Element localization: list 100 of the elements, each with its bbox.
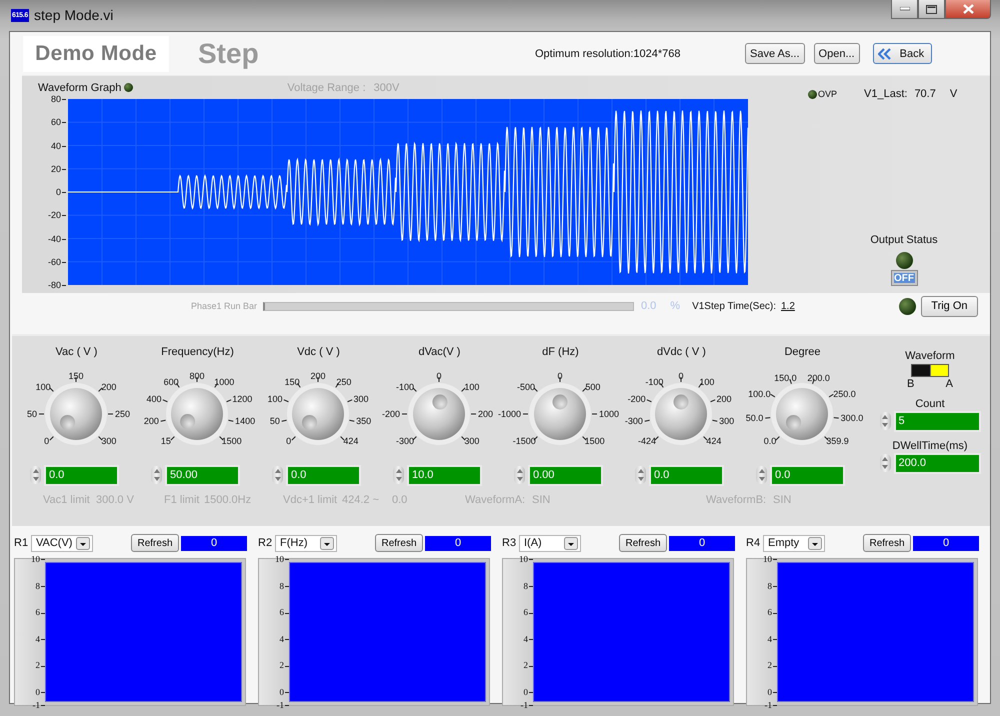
scale-label: 0 (436, 371, 442, 381)
scale-label: 15 (160, 436, 171, 446)
axis-label: 2 (768, 660, 777, 670)
spin-button[interactable] (151, 466, 162, 484)
count-field[interactable]: 5 (894, 410, 980, 432)
value-field[interactable]: 0.0 (44, 464, 119, 486)
scale-label: 100.0 (748, 388, 771, 399)
readout-value: 0 (669, 536, 735, 550)
axis-label: 6 (36, 607, 45, 618)
scale-label: 150 (68, 371, 84, 381)
refresh-button[interactable]: Refresh (375, 534, 423, 552)
knob-title: Vdc ( V ) (296, 346, 341, 360)
value-field[interactable]: 50.00 (165, 464, 240, 486)
back-button[interactable]: Back (872, 43, 932, 64)
scale-label: 200.0 (807, 373, 830, 384)
axis-label: -1 (276, 700, 289, 710)
trig-button[interactable]: Trig On (920, 296, 978, 316)
close-button[interactable] (945, 0, 991, 19)
axis-label: -40 (48, 234, 66, 244)
v1-last-unit: V (950, 88, 958, 100)
axis-label: -1 (520, 700, 533, 710)
header-button[interactable]: Open... (814, 43, 860, 64)
refresh-button[interactable]: Refresh (619, 534, 667, 552)
scale-label: 500 (585, 382, 600, 392)
spin-button[interactable] (880, 412, 890, 430)
axis-label: 2 (280, 660, 289, 670)
dwell-field[interactable]: 200.0 (894, 452, 980, 474)
readout-value: 0 (425, 536, 491, 550)
scale-label: 350 (356, 416, 372, 426)
output-status-label: Output Status (870, 234, 938, 246)
quantity-dropdown[interactable]: Empty (763, 534, 825, 552)
scale-label: 200 (144, 416, 159, 426)
percent-unit: % (670, 300, 680, 312)
spin-button[interactable] (756, 466, 767, 484)
spin-button[interactable] (30, 466, 41, 484)
scale-label: 1500 (222, 436, 242, 446)
axis-label: 4 (768, 634, 777, 644)
spin-button[interactable] (272, 466, 283, 484)
switch-label: A (946, 378, 953, 390)
graph-title: Waveform Graph (38, 82, 122, 94)
axis-label: 10 (275, 554, 289, 564)
refresh-button[interactable]: Refresh (863, 534, 911, 552)
axis-label: 4 (524, 634, 533, 644)
scale-label: -300 (396, 436, 414, 446)
value-field[interactable]: 10.0 (407, 464, 482, 486)
value-field[interactable]: 0.00 (528, 464, 603, 486)
scale-label: 600 (164, 377, 179, 388)
scale-label: 250 (115, 409, 130, 419)
knob-title: dF (Hz) (541, 346, 580, 360)
spin-button[interactable] (393, 466, 404, 484)
axis-label: -20 (48, 210, 66, 220)
quantity-dropdown[interactable]: VAC(V) (31, 534, 93, 552)
axis-label: 10 (31, 554, 45, 564)
spin-button[interactable] (635, 466, 646, 484)
axis-label: 8 (524, 580, 533, 591)
scale-label: 50 (26, 409, 37, 419)
knob-title: dVdc ( V ) (656, 346, 707, 360)
readout-label: R2 (258, 537, 274, 549)
scale-label: 100 (268, 394, 283, 404)
scale-label: 100 (36, 382, 51, 392)
scale-label: 1500 (584, 436, 605, 446)
waveform-switch[interactable] (911, 364, 949, 377)
count-label: Count (915, 398, 945, 410)
resolution-note: Optimum resolution:1024*768 (535, 48, 682, 60)
axis-label: 80 (50, 94, 66, 104)
header-button[interactable]: Save As... (745, 43, 805, 64)
quantity-dropdown[interactable]: F(Hz) (275, 534, 337, 552)
maximize-button[interactable] (918, 0, 945, 19)
scale-label: 200 (716, 394, 732, 404)
spin-button[interactable] (514, 466, 525, 484)
value-field[interactable]: 0.0 (286, 464, 361, 486)
value-field[interactable]: 0.0 (649, 464, 724, 486)
axis-label: 4 (280, 634, 289, 644)
knob-title: Degree (783, 346, 822, 360)
axis-label: 4 (36, 634, 45, 644)
axis-label: -80 (48, 280, 66, 290)
scale-label: 359.9 (826, 436, 849, 446)
scale-label: -200 (382, 409, 400, 419)
scale-label: 250.0 (833, 388, 856, 399)
knob-title: dVac(V ) (418, 346, 462, 360)
axis-label: 0 (36, 686, 45, 697)
scale-label: 200 (310, 371, 326, 381)
axis-label: 8 (280, 580, 289, 591)
value-field[interactable]: 0.0 (770, 464, 845, 486)
axis-label: 6 (768, 607, 777, 618)
scale-label: 0 (558, 371, 562, 381)
scale-label: 0 (286, 436, 292, 446)
refresh-button[interactable]: Refresh (131, 534, 179, 552)
axis-label: 10 (519, 554, 533, 564)
scale-label: 0.0 (764, 436, 776, 446)
scale-label: 424 (343, 436, 358, 446)
scale-label: 150 (284, 377, 300, 388)
spin-button[interactable] (880, 454, 890, 472)
axis-label: 2 (36, 660, 45, 670)
v1-last-value: 70.7 (914, 88, 936, 100)
quantity-dropdown[interactable]: I(A) (519, 534, 581, 552)
scale-label: -1500 (512, 436, 536, 446)
scale-label: -100 (396, 382, 414, 392)
readout-label: R1 (14, 537, 30, 549)
minimize-button[interactable] (891, 0, 918, 19)
